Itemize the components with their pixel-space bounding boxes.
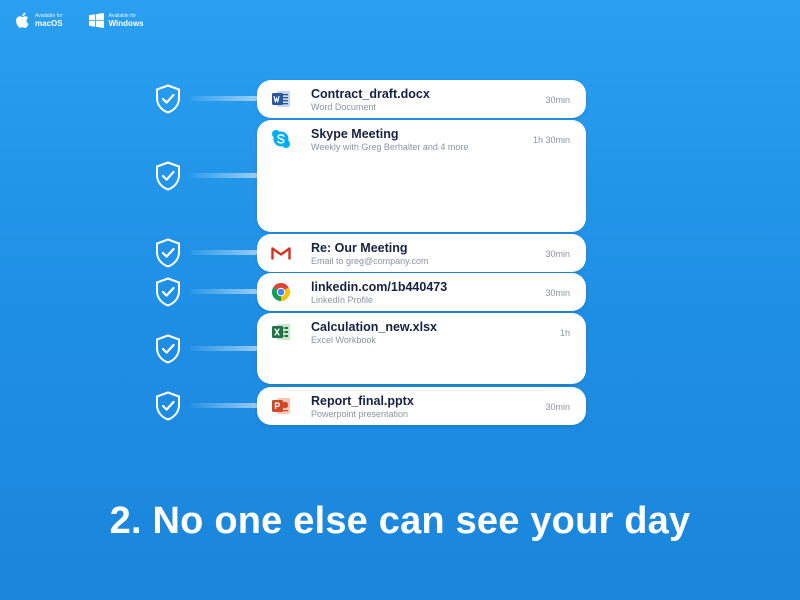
shield-check-icon	[156, 161, 180, 191]
activity-title: linkedin.com/1b440473	[311, 280, 448, 294]
activity-subtitle: LinkedIn Profile	[311, 295, 374, 305]
connector-line	[190, 403, 258, 408]
activity-card-skype[interactable]: Skype Meeting Weekly with Greg Berhalter…	[257, 120, 586, 232]
powerpoint-icon	[272, 398, 290, 414]
activity-duration: 30min	[545, 249, 570, 259]
excel-icon	[272, 324, 290, 340]
activity-title: Calculation_new.xlsx	[311, 320, 437, 334]
connector-line	[190, 173, 258, 178]
word-icon	[272, 91, 290, 107]
windows-icon	[88, 12, 104, 28]
activity-duration: 1h	[559, 328, 570, 338]
platform-badges: Available for macOS Available for Window…	[16, 12, 144, 28]
connector-line	[190, 289, 258, 294]
activity-duration: 30min	[545, 402, 570, 412]
skype-icon	[272, 130, 290, 148]
activity-duration: 30min	[545, 288, 570, 298]
apple-icon	[16, 12, 29, 28]
activity-card-chrome[interactable]: linkedin.com/1b440473 LinkedIn Profile 3…	[257, 273, 586, 311]
activity-duration: 30min	[545, 95, 570, 105]
activity-title: Re: Our Meeting	[311, 241, 408, 255]
windows-badge-caption: Available for	[108, 12, 137, 19]
activity-card-word[interactable]: Contract_draft.docx Word Document 30min	[257, 80, 586, 118]
activity-duration: 1h 30min	[532, 135, 570, 145]
headline: 2. No one else can see your day	[109, 500, 691, 542]
activity-subtitle: Powerpoint presentation	[311, 409, 409, 419]
activity-card-powerpoint[interactable]: Report_final.pptx Powerpoint presentatio…	[257, 387, 586, 425]
connector-line	[190, 250, 258, 255]
connector-line	[190, 96, 258, 101]
activity-subtitle: Email to greg@company.com	[311, 256, 429, 266]
shield-check-icon	[156, 84, 180, 114]
activity-subtitle: Weekly with Greg Berhalter and 4 more	[311, 142, 469, 152]
activity-card-excel[interactable]: Calculation_new.xlsx Excel Workbook 1h	[257, 313, 586, 384]
activity-title: Report_final.pptx	[311, 394, 414, 408]
windows-badge-label: Windows	[108, 18, 144, 28]
macos-badge-caption: Available for	[35, 12, 63, 19]
activity-card-gmail[interactable]: Re: Our Meeting Email to greg@company.co…	[257, 234, 586, 272]
macos-badge-label: macOS	[35, 18, 63, 28]
shield-check-icon	[156, 277, 180, 307]
activity-subtitle: Excel Workbook	[311, 335, 376, 345]
activity-title: Contract_draft.docx	[311, 87, 430, 101]
chrome-icon	[271, 282, 291, 301]
gmail-icon	[271, 247, 291, 260]
macos-badge[interactable]: Available for macOS	[16, 12, 63, 28]
connector-line	[190, 346, 258, 351]
shield-check-icon	[156, 238, 180, 268]
shield-check-icon	[156, 334, 180, 364]
activity-title: Skype Meeting	[311, 127, 399, 141]
activity-subtitle: Word Document	[311, 102, 376, 112]
windows-badge[interactable]: Available for Windows	[88, 12, 144, 28]
shield-check-icon	[156, 391, 180, 421]
